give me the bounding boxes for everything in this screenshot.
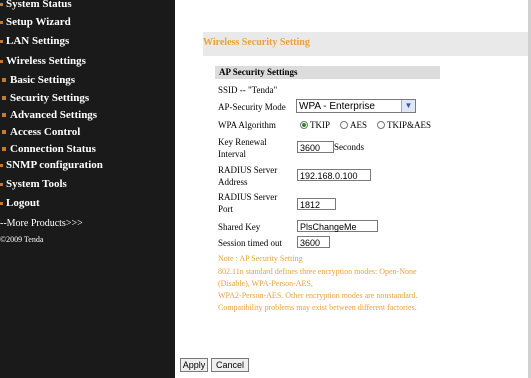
bullet-icon — [2, 78, 6, 83]
nav-snmp-configuration[interactable]: SNMP configuration — [0, 159, 103, 171]
note-line-4: Compatibility problems may exist between… — [218, 303, 417, 312]
bullet-icon — [2, 113, 6, 118]
bullet-icon — [2, 147, 6, 152]
nav-basic-settings[interactable]: Basic Settings — [2, 74, 75, 86]
nav-access-control[interactable]: Access Control — [2, 126, 80, 138]
security-mode-select[interactable]: WPA - Enterprise ▼ — [296, 99, 416, 113]
note-line-1: 802.11n standard defines three encryptio… — [218, 267, 417, 276]
shared-key-label: Shared Key — [218, 222, 261, 232]
bullet-icon — [0, 59, 3, 63]
radius-address-label: RADIUS Server Address — [218, 165, 278, 187]
session-timeout-input[interactable]: 3600 — [297, 236, 330, 248]
section-title: AP Security Settings — [219, 67, 298, 77]
nav-wireless-settings[interactable]: Wireless Settings — [0, 55, 86, 67]
renewal-unit-text: Seconds — [334, 142, 364, 152]
nav-setup-wizard[interactable]: Setup Wizard — [0, 16, 71, 28]
main-content — [178, 0, 531, 378]
tkip-label: TKIP — [310, 120, 330, 130]
nav-advanced-settings[interactable]: Advanced Settings — [2, 109, 97, 121]
note-title: Note : AP Security Setting — [218, 254, 303, 263]
bullet-icon — [0, 182, 3, 186]
copyright-text: ©2009 Tenda — [0, 235, 44, 244]
note-line-3: WPA2-Person-AES. Other encryption modes … — [218, 291, 418, 300]
sidebar: System Status Setup Wizard LAN Settings … — [0, 0, 175, 378]
aes-radio[interactable] — [340, 121, 348, 129]
wpa-algorithm-label: WPA Algorithm — [218, 120, 276, 130]
bullet-icon — [2, 96, 6, 101]
radius-address-input[interactable]: 192.168.0.100 — [297, 169, 371, 181]
section-header: AP Security Settings — [215, 66, 440, 79]
radius-port-label: RADIUS Server Port — [218, 192, 278, 214]
nav-system-status[interactable]: System Status — [0, 0, 72, 10]
nav-lan-settings[interactable]: LAN Settings — [0, 35, 69, 47]
session-timeout-label: Session timed out — [218, 238, 283, 248]
tkip-aes-label: TKIP&AES — [387, 120, 432, 130]
security-mode-label: AP-Security Mode — [218, 102, 286, 112]
tkip-aes-radio[interactable] — [377, 121, 385, 129]
note-line-2: (Disable), WPA-Person-AES, — [218, 279, 313, 288]
bullet-icon — [0, 2, 3, 6]
bullet-icon — [0, 163, 3, 167]
bullet-icon — [0, 20, 3, 24]
title-banner: Wireless Security Setting — [203, 32, 531, 56]
apply-button[interactable]: Apply — [180, 358, 208, 372]
ssid-text: SSID -- "Tenda" — [218, 85, 278, 95]
more-products-link[interactable]: --More Products>>> — [0, 218, 83, 229]
nav-security-settings[interactable]: Security Settings — [2, 92, 89, 104]
tkip-radio[interactable] — [300, 121, 308, 129]
key-renewal-label: Key Renewal Interval — [218, 137, 267, 159]
aes-label: AES — [350, 120, 368, 130]
bullet-icon — [0, 39, 3, 43]
page-title: Wireless Security Setting — [203, 37, 310, 48]
nav-system-tools[interactable]: System Tools — [0, 178, 67, 190]
shared-key-input[interactable]: PlsChangeMe — [297, 220, 378, 232]
bullet-icon — [2, 130, 6, 135]
bullet-icon — [0, 201, 3, 205]
chevron-down-icon[interactable]: ▼ — [401, 100, 415, 112]
nav-connection-status[interactable]: Connection Status — [2, 143, 96, 155]
key-renewal-input[interactable]: 3600 — [297, 141, 334, 153]
nav-logout[interactable]: Logout — [0, 197, 40, 209]
radius-port-input[interactable]: 1812 — [297, 198, 336, 210]
cancel-button[interactable]: Cancel — [211, 358, 249, 372]
